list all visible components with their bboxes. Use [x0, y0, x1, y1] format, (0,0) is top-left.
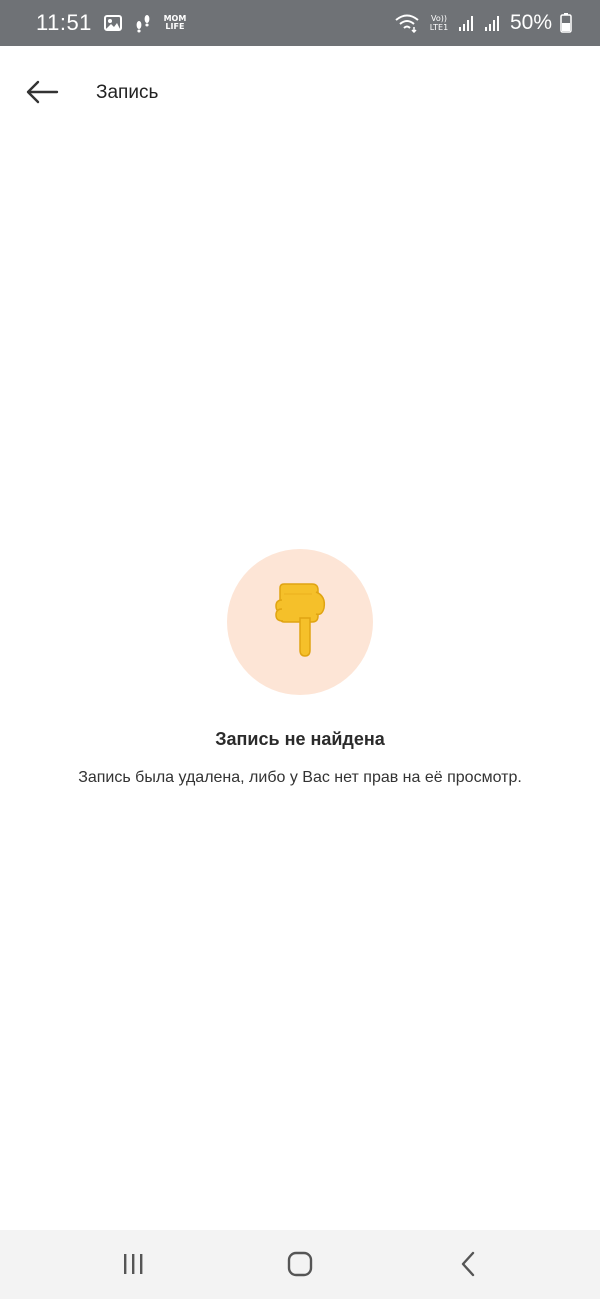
page-title: Запись [96, 82, 159, 103]
home-button[interactable] [270, 1248, 330, 1284]
recent-apps-button[interactable] [103, 1248, 163, 1284]
status-bar-left: 11:51 MOM LIFE [36, 10, 186, 36]
app-bar: Запись [0, 46, 600, 142]
recent-apps-icon [121, 1252, 145, 1281]
signal-icon-2 [484, 14, 502, 32]
empty-state-description: Запись была удалена, либо у Вас нет прав… [78, 769, 522, 786]
battery-percent: 50% [509, 11, 552, 34]
status-bar-right: Vo)) LTE1 50% [394, 11, 572, 35]
wifi-icon [394, 13, 420, 33]
footprints-icon [134, 13, 152, 33]
status-bar: 11:51 MOM LIFE Vo)) LTE1 50% [0, 0, 600, 46]
nav-back-button[interactable] [438, 1248, 498, 1284]
back-button[interactable] [22, 76, 62, 112]
system-nav-bar [0, 1230, 600, 1299]
signal-icon [458, 14, 476, 32]
status-time: 11:51 [36, 10, 92, 35]
battery-icon [560, 13, 572, 33]
empty-state-illustration [227, 549, 373, 695]
arrow-left-icon [25, 79, 59, 110]
image-icon [103, 15, 122, 31]
volte-icon: Vo)) LTE1 [429, 14, 449, 32]
back-icon [459, 1251, 477, 1282]
home-icon [287, 1251, 313, 1282]
empty-state-title: Запись не найдена [215, 729, 385, 749]
pointing-down-hand-icon [272, 582, 328, 663]
momlife-app-icon: MOM LIFE [163, 14, 187, 31]
